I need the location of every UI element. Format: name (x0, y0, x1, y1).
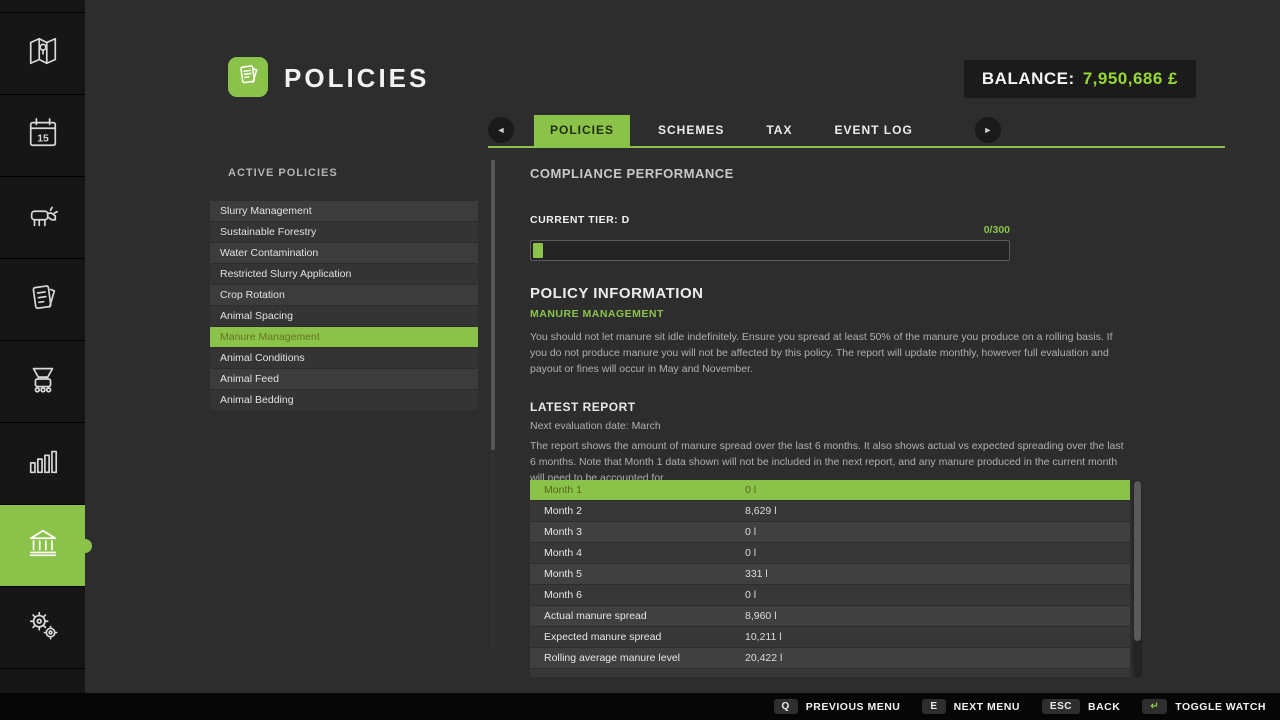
manure-report-table: Month 1 0 l Month 2 8,629 l Month 3 0 l … (530, 480, 1130, 677)
gears-icon (26, 608, 60, 647)
panel-scrollbar[interactable] (491, 160, 495, 652)
statistics-icon (26, 444, 60, 483)
policy-list-item[interactable]: Animal Feed (210, 369, 478, 389)
row-value: 0 l (745, 585, 1130, 605)
policies-app-icon (228, 57, 268, 97)
row-value: 20,422 l (745, 648, 1130, 668)
tab-schemes[interactable]: SCHEMES (644, 115, 738, 146)
key-esc: ESC (1042, 699, 1080, 714)
compliance-progress-bar (530, 240, 1010, 261)
policy-description: You should not let manure sit idle indef… (530, 330, 1130, 378)
table-row: Expected manure spread 10,211 l (530, 627, 1130, 647)
row-value: 10,211 l (745, 627, 1130, 647)
toggle-watch-hint[interactable]: ↵ TOGGLE WATCH (1142, 699, 1266, 714)
map-icon (26, 34, 60, 73)
table-row: Month 3 0 l (530, 522, 1130, 542)
page-title: POLICIES (284, 63, 429, 94)
table-row: Month 1 0 l (530, 480, 1130, 500)
row-label: Actual manure spread (530, 606, 745, 626)
next-tab-arrow-button[interactable]: ► (975, 117, 1001, 143)
sidebar-item-settings[interactable] (0, 587, 85, 669)
sidebar-partial-item (0, 0, 85, 13)
compliance-progress-fill (533, 243, 543, 258)
sidebar-item-contracts[interactable] (0, 259, 85, 341)
key-hint-bar: Q PREVIOUS MENU E NEXT MENU ESC BACK ↵ T… (0, 693, 1280, 720)
enter-key-icon: ↵ (1142, 699, 1167, 714)
tab-bar: ◄ POLICIES SCHEMES TAX EVENT LOG ► (488, 117, 1225, 148)
active-policies-list: Slurry Management Sustainable Forestry W… (210, 201, 478, 411)
table-row: Month 6 0 l (530, 585, 1130, 605)
policy-list-item[interactable]: Animal Bedding (210, 390, 478, 410)
key-q: Q (774, 699, 798, 714)
row-value: 8,629 l (745, 501, 1130, 521)
policy-list-item[interactable]: Crop Rotation (210, 285, 478, 305)
policy-information-heading: POLICY INFORMATION (530, 285, 703, 302)
row-label: Rolling average manure level (530, 648, 745, 668)
active-policies-heading: ACTIVE POLICIES (228, 167, 338, 179)
compliance-progress-caption: 0/300 (530, 224, 1010, 236)
prev-tab-arrow-button[interactable]: ◄ (488, 117, 514, 143)
report-scrollbar-thumb[interactable] (1134, 481, 1141, 641)
policy-list-item[interactable]: Animal Spacing (210, 306, 478, 326)
balance-display: BALANCE: 7,950,686 £ (964, 60, 1196, 98)
previous-menu-hint[interactable]: Q PREVIOUS MENU (774, 699, 901, 714)
policy-list-item[interactable]: Restricted Slurry Application (210, 264, 478, 284)
key-e: E (922, 699, 945, 714)
sidebar-item-production[interactable] (0, 341, 85, 423)
back-hint[interactable]: ESC BACK (1042, 699, 1120, 714)
government-building-icon (26, 526, 60, 565)
table-row: Actual manure spread 8,960 l (530, 606, 1130, 626)
compliance-performance-heading: COMPLIANCE PERFORMANCE (530, 166, 734, 181)
row-label: Month 5 (530, 564, 745, 584)
next-menu-hint[interactable]: E NEXT MENU (922, 699, 1020, 714)
row-value: 8,960 l (745, 606, 1130, 626)
calendar-icon: 15 (26, 116, 60, 155)
animals-icon (26, 198, 60, 237)
table-row: Month 5 331 l (530, 564, 1130, 584)
panel-scrollbar-thumb[interactable] (491, 160, 495, 450)
sidebar-item-government-policies[interactable] (0, 505, 85, 587)
main-menu-sidebar: 15 (0, 0, 85, 693)
table-row-clipped (530, 669, 1130, 677)
row-label: Month 6 (530, 585, 745, 605)
sidebar-item-statistics[interactable] (0, 423, 85, 505)
balance-value: 7,950,686 £ (1083, 69, 1178, 89)
production-icon (26, 362, 60, 401)
row-label: Month 1 (530, 480, 745, 500)
latest-report-heading: LATEST REPORT (530, 400, 636, 414)
sidebar-item-animals[interactable] (0, 177, 85, 259)
policy-name-subheading: MANURE MANAGEMENT (530, 308, 664, 320)
table-row: Month 4 0 l (530, 543, 1130, 563)
tab-event-log[interactable]: EVENT LOG (820, 115, 926, 146)
row-value: 0 l (745, 480, 1130, 500)
row-label: Month 2 (530, 501, 745, 521)
tab-tax[interactable]: TAX (752, 115, 806, 146)
policy-list-item[interactable]: Sustainable Forestry (210, 222, 478, 242)
row-value: 331 l (745, 564, 1130, 584)
sidebar-item-calendar[interactable]: 15 (0, 95, 85, 177)
sidebar-item-map[interactable] (0, 13, 85, 95)
policy-list-item-selected[interactable]: Manure Management (210, 327, 478, 347)
balance-label: BALANCE: (982, 69, 1075, 89)
contracts-icon (26, 280, 60, 319)
policies-screen: 15 (0, 0, 1280, 720)
table-row: Rolling average manure level 20,422 l (530, 648, 1130, 668)
policy-list-item[interactable]: Animal Conditions (210, 348, 478, 368)
tab-policies[interactable]: POLICIES (534, 115, 630, 146)
row-label: Month 4 (530, 543, 745, 563)
row-label: Month 3 (530, 522, 745, 542)
table-row: Month 2 8,629 l (530, 501, 1130, 521)
next-evaluation-date: Next evaluation date: March (530, 420, 661, 432)
row-value: 0 l (745, 543, 1130, 563)
policy-list-item[interactable]: Water Contamination (210, 243, 478, 263)
row-label: Expected manure spread (530, 627, 745, 647)
report-scrollbar[interactable] (1133, 479, 1142, 678)
row-value: 0 l (745, 522, 1130, 542)
policy-list-item[interactable]: Slurry Management (210, 201, 478, 221)
svg-text:15: 15 (37, 134, 49, 145)
policy-document-icon (234, 61, 262, 94)
